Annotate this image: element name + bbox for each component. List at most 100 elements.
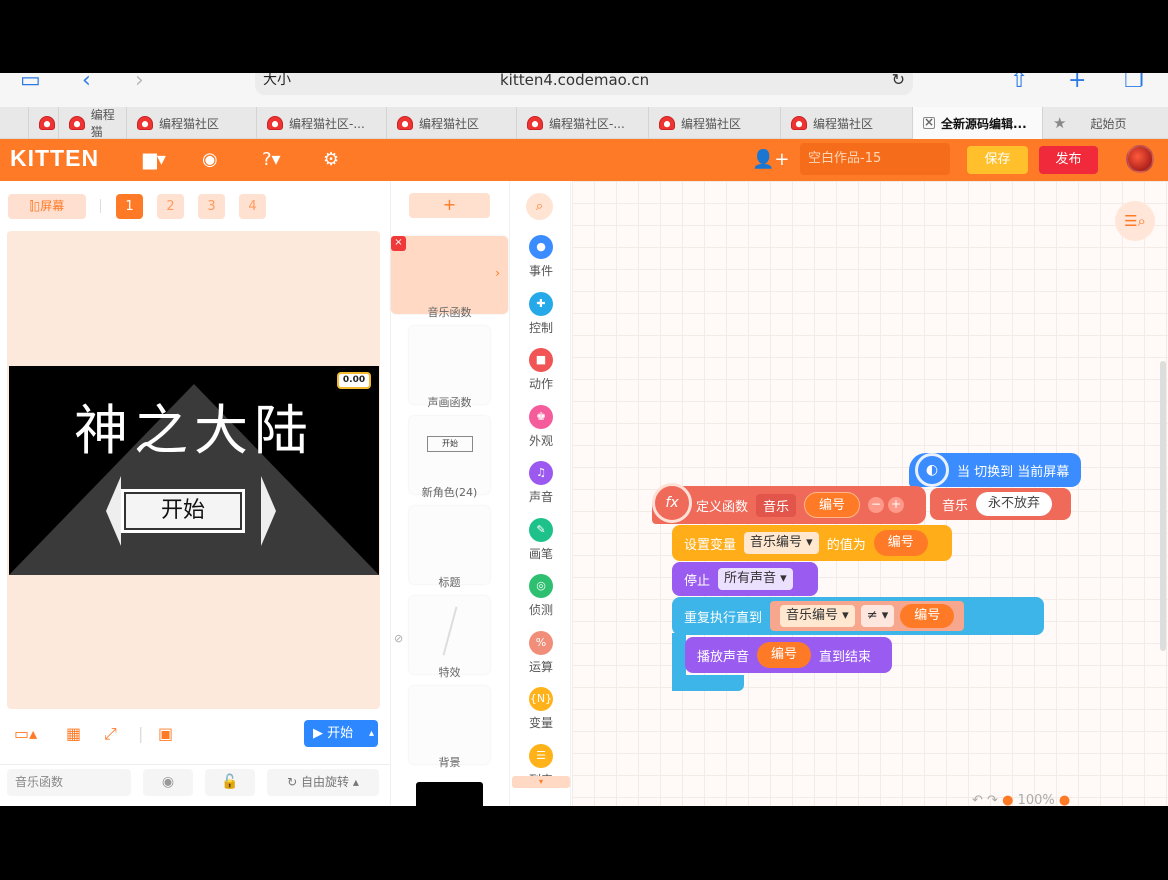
stage-area[interactable]: 神之大陆 开始 0.00: [7, 231, 380, 709]
zoom-out-icon[interactable]: ●: [1002, 793, 1013, 806]
backpack-icon[interactable]: ◉: [202, 149, 218, 171]
category-0[interactable]: ● 事件: [510, 235, 572, 279]
browser-tab[interactable]: 编程猫社区: [780, 107, 912, 139]
publish-button[interactable]: 发布: [1039, 146, 1098, 174]
remove-param-icon[interactable]: −: [868, 497, 885, 513]
preview-icon[interactable]: ▣: [158, 724, 173, 744]
fullscreen-icon[interactable]: ⤢: [104, 724, 117, 744]
block-search-icon[interactable]: ☰⌕: [1115, 201, 1155, 241]
star-icon: ★: [1053, 114, 1067, 132]
add-collaborator-icon[interactable]: 👤+: [752, 149, 790, 171]
reload-icon[interactable]: ↻: [892, 73, 905, 88]
set-variable-block[interactable]: 设置变量 音乐编号 ▾ 的值为 编号: [672, 525, 952, 561]
back-icon[interactable]: ‹: [82, 73, 91, 93]
stop-sound-block[interactable]: 停止 所有声音 ▾: [672, 562, 818, 596]
settings-icon[interactable]: ⚙: [323, 149, 339, 171]
share-icon[interactable]: ⇧: [1010, 73, 1028, 93]
zoom-in-icon[interactable]: ●: [1059, 793, 1070, 806]
page-4-button[interactable]: 4: [239, 194, 266, 219]
screen-toggle-button[interactable]: ⫿▯屏幕: [8, 194, 86, 219]
sprite-card[interactable]: 开始 新角色(24): [409, 416, 490, 499]
not-equal-condition[interactable]: 音乐编号 ▾ ≠ ▾ 编号: [770, 601, 965, 631]
search-icon[interactable]: ⌕: [526, 193, 553, 220]
sprite-thumb-dark[interactable]: [416, 782, 483, 806]
operator-dropdown[interactable]: ≠ ▾: [860, 605, 895, 627]
tabs-overview-icon[interactable]: ❐: [1124, 73, 1144, 93]
function-name-field[interactable]: 音乐: [756, 493, 797, 517]
category-4[interactable]: ♫ 声音: [510, 461, 572, 505]
call-music-function-block[interactable]: 音乐 永不放弃: [930, 488, 1071, 520]
chevron-up-icon[interactable]: ▴: [369, 720, 374, 747]
undo-icon[interactable]: ↶: [972, 793, 983, 806]
browser-tab[interactable]: [28, 107, 58, 139]
play-sound-until-done-block[interactable]: 播放声音 编号 直到结束: [685, 637, 892, 673]
browser-tab-active[interactable]: × 全新源码编辑...: [912, 107, 1042, 139]
category-1[interactable]: ✚ 控制: [510, 291, 572, 336]
browser-tab[interactable]: 编程猫社区-...: [516, 107, 648, 139]
category-icon: ◎: [529, 574, 553, 598]
browser-tab[interactable]: ★ 起始页: [1042, 107, 1168, 139]
sidebar-icon[interactable]: ▭: [20, 73, 41, 93]
when-switch-screen-block[interactable]: ◐ 当 切换到 当前屏幕: [909, 453, 1081, 487]
stage-start-sprite[interactable]: 开始: [124, 492, 242, 530]
category-5[interactable]: ✎ 画笔: [510, 517, 572, 562]
variable-dropdown[interactable]: 音乐编号 ▾: [744, 532, 819, 554]
value-param-oval[interactable]: 编号: [873, 530, 928, 556]
run-start-button[interactable]: ▶ 开始 ▴: [304, 720, 378, 747]
param-oval[interactable]: 编号: [804, 492, 861, 518]
sprite-name-input[interactable]: 音乐函数: [7, 769, 131, 796]
sprite-card[interactable]: 标题: [409, 506, 490, 589]
define-function-block[interactable]: fx 定义函数 音乐 编号 − +: [652, 483, 926, 524]
browser-tab[interactable]: 编程猫社区-...: [256, 107, 386, 139]
add-sprite-button[interactable]: +: [409, 193, 490, 218]
category-2[interactable]: ■ 动作: [510, 348, 572, 392]
visibility-icon[interactable]: ◉: [143, 769, 193, 796]
category-6[interactable]: ◎ 侦测: [510, 574, 572, 618]
forward-icon[interactable]: ›: [135, 73, 144, 93]
add-param-icon[interactable]: +: [888, 497, 905, 513]
stage-size-icon[interactable]: ▭▴: [14, 724, 37, 744]
grid-icon[interactable]: ▦: [66, 724, 81, 744]
zoom-controls[interactable]: ↶ ↷ ● 100% ●: [972, 793, 1070, 806]
play-param-oval[interactable]: 编号: [757, 642, 812, 668]
redo-icon[interactable]: ↷: [987, 793, 998, 806]
delete-sprite-icon[interactable]: ×: [391, 236, 406, 251]
page-3-button[interactable]: 3: [198, 194, 225, 219]
browser-tab[interactable]: 编程猫社区: [386, 107, 516, 139]
close-tab-icon[interactable]: ×: [923, 116, 935, 129]
user-avatar[interactable]: [1126, 145, 1154, 173]
stage-canvas[interactable]: 神之大陆 开始 0.00: [9, 366, 379, 575]
page-1-button[interactable]: 1: [116, 194, 143, 219]
help-icon[interactable]: ?▾: [262, 149, 281, 171]
code-workspace[interactable]: ☰⌕ ◐ 当 切换到 当前屏幕 音乐 永不放弃 fx 定义函数 音乐 编号 − …: [572, 181, 1168, 806]
cond-variable-dropdown[interactable]: 音乐编号 ▾: [780, 605, 855, 627]
call-arg-input[interactable]: 永不放弃: [976, 492, 1053, 516]
folder-icon[interactable]: ▆▾: [143, 149, 166, 171]
address-bar[interactable]: 大小 kitten4.codemao.cn ↻: [255, 73, 913, 95]
browser-tab[interactable]: 编程猫社区: [126, 107, 256, 139]
scroll-down-icon[interactable]: ▾: [512, 776, 570, 788]
text-size-button[interactable]: 大小: [263, 73, 291, 87]
save-button[interactable]: 保存: [967, 146, 1028, 174]
work-name-input[interactable]: 空白作品-15: [800, 143, 950, 175]
new-tab-icon[interactable]: +: [1068, 73, 1086, 93]
sprite-card[interactable]: 声画函数: [409, 326, 490, 409]
cond-param-oval[interactable]: 编号: [900, 604, 955, 628]
page-2-button[interactable]: 2: [157, 194, 184, 219]
browser-tab[interactable]: 编程猫社区: [648, 107, 780, 139]
sprite-card[interactable]: × › 音乐函数: [391, 236, 508, 319]
category-7[interactable]: % 运算: [510, 630, 572, 675]
browser-tab[interactable]: 编程猫: [58, 107, 126, 139]
lock-icon[interactable]: 🔓: [205, 769, 255, 796]
category-8[interactable]: {N} 变量: [510, 687, 572, 731]
category-3[interactable]: ♚ 外观: [510, 404, 572, 449]
sprite-card[interactable]: 特效: [409, 596, 490, 679]
stop-option-dropdown[interactable]: 所有声音 ▾: [718, 568, 793, 590]
repeat-block-foot: [672, 675, 744, 691]
rotation-mode-select[interactable]: ↻ 自由旋转 ▴: [267, 769, 379, 796]
sprite-card[interactable]: 背景: [409, 686, 490, 769]
hidden-eye-icon[interactable]: ⊘: [394, 632, 403, 645]
chevron-right-icon[interactable]: ›: [495, 266, 500, 280]
workspace-scrollbar[interactable]: [1160, 361, 1166, 651]
repeat-until-block[interactable]: 重复执行直到 音乐编号 ▾ ≠ ▾ 编号: [672, 597, 1044, 635]
